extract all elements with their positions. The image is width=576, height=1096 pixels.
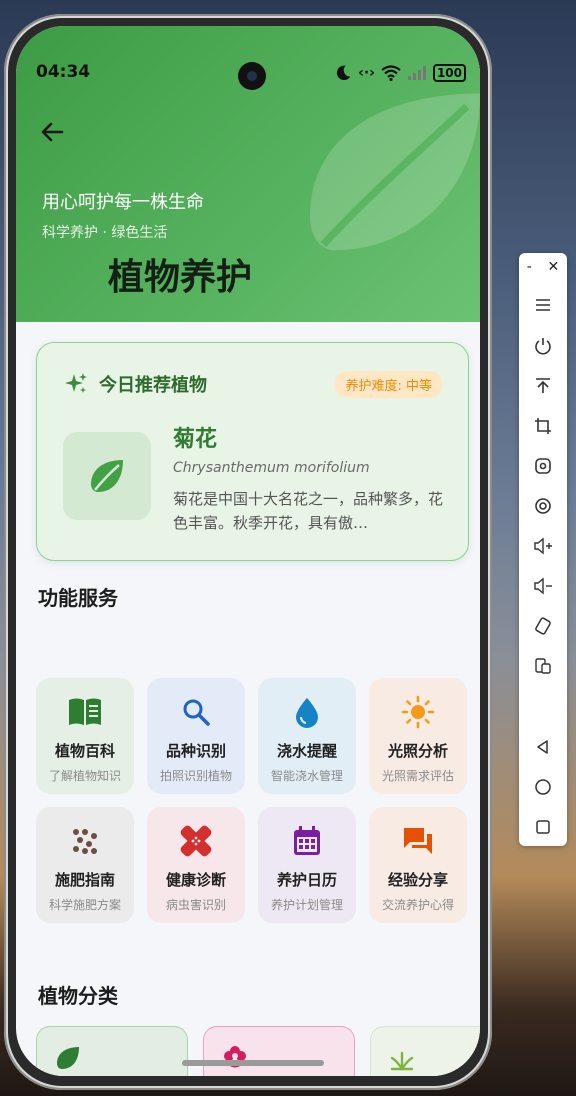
rotate-up-icon[interactable] <box>531 374 555 398</box>
header-banner: 04:34 ‹·› 100 用心呵护每一株生命 科学养护 · 绿色生活 植物养护 <box>16 26 480 322</box>
service-tile-diagnosis[interactable]: 健康诊断 病虫害识别 <box>147 807 245 923</box>
page-title: 植物养护 <box>108 257 253 298</box>
status-time: 04:34 <box>36 62 91 82</box>
service-name: 浇水提醒 <box>276 742 337 760</box>
recommend-title: 今日推荐植物 <box>99 375 207 396</box>
battery-indicator: 100 <box>432 64 466 82</box>
service-name: 植物百科 <box>54 742 115 760</box>
volume-up-icon[interactable] <box>531 534 555 558</box>
crop-icon[interactable] <box>531 414 555 438</box>
service-desc: 养护计划管理 <box>270 898 343 912</box>
status-bar: 04:34 ‹·› 100 <box>16 26 480 90</box>
nav-home-icon[interactable] <box>531 775 555 799</box>
search-icon <box>178 694 214 730</box>
rotate-device-icon[interactable] <box>531 614 555 638</box>
record-icon[interactable] <box>531 494 555 518</box>
service-desc: 光照需求评估 <box>381 769 454 783</box>
service-desc: 交流养护心得 <box>381 898 454 912</box>
category-card-grass[interactable] <box>370 1026 480 1076</box>
service-desc: 智能浇水管理 <box>270 769 343 783</box>
forum-icon <box>400 823 436 859</box>
sparkle-icon <box>65 373 87 393</box>
service-desc: 科学施肥方案 <box>48 898 121 912</box>
service-tile-light[interactable]: 光照分析 光照需求评估 <box>369 678 467 794</box>
category-row <box>36 1026 480 1076</box>
status-icons: ‹·› 100 <box>334 63 466 83</box>
service-name: 经验分享 <box>387 871 448 889</box>
service-tile-watering[interactable]: 浇水提醒 智能浇水管理 <box>258 678 356 794</box>
leaf-icon <box>91 460 123 492</box>
leaf-icon <box>57 1047 79 1069</box>
app-screen: 04:34 ‹·› 100 用心呵护每一株生命 科学养护 · 绿色生活 植物养护 <box>16 26 480 1076</box>
service-name: 品种识别 <box>165 742 226 760</box>
categories-section-title: 植物分类 <box>38 984 118 1008</box>
service-name: 健康诊断 <box>165 871 226 889</box>
book-icon <box>67 694 103 730</box>
service-tile-share[interactable]: 经验分享 交流养护心得 <box>369 807 467 923</box>
fold-icon[interactable] <box>531 654 555 678</box>
service-desc: 病虫害识别 <box>165 898 226 912</box>
grass-icon <box>390 1051 414 1071</box>
leaf-decoration-icon <box>310 93 480 251</box>
back-arrow-icon[interactable] <box>36 116 68 148</box>
volume-down-icon[interactable] <box>531 574 555 598</box>
service-tile-identify[interactable]: 品种识别 拍照识别植物 <box>147 678 245 794</box>
service-tile-encyclopedia[interactable]: 植物百科 了解植物知识 <box>36 678 134 794</box>
flower-icon <box>224 1046 246 1068</box>
recommend-header: 今日推荐植物 <box>63 371 207 397</box>
recommend-card[interactable]: 今日推荐植物 养护难度: 中等 菊花 Chrysanthemum morifol… <box>36 342 469 561</box>
plant-latin-name: Chrysanthemum morifolium <box>173 460 370 476</box>
screenshot-icon[interactable] <box>531 454 555 478</box>
difficulty-badge: 养护难度: 中等 <box>335 371 442 398</box>
menu-icon[interactable] <box>531 293 555 317</box>
service-desc: 拍照识别植物 <box>159 769 232 783</box>
nav-recents-icon[interactable] <box>531 815 555 839</box>
wifi-icon <box>381 65 401 81</box>
power-icon[interactable] <box>531 334 555 358</box>
signal-icon <box>407 66 426 80</box>
water-drop-icon <box>289 694 325 730</box>
moon-icon <box>336 65 351 81</box>
plant-description: 菊花是中国十大名花之一，品种繁多，花色丰富。秋季开花，具有傲… <box>173 490 444 532</box>
front-camera <box>238 62 266 90</box>
service-tile-fertilizer[interactable]: 施肥指南 科学施肥方案 <box>36 807 134 923</box>
phone-frame: 04:34 ‹·› 100 用心呵护每一株生命 科学养护 · 绿色生活 植物养护 <box>4 14 492 1090</box>
category-card-leafy[interactable] <box>36 1026 188 1076</box>
service-desc: 了解植物知识 <box>48 769 121 783</box>
home-indicator[interactable] <box>182 1060 324 1066</box>
window-controls: - ✕ <box>519 259 567 279</box>
header-slogan: 用心呵护每一株生命 <box>42 192 204 213</box>
minimize-icon[interactable]: - <box>527 259 532 279</box>
calendar-icon <box>289 823 325 859</box>
service-name: 养护日历 <box>276 871 337 889</box>
service-name: 施肥指南 <box>54 871 115 889</box>
plant-image <box>63 432 151 520</box>
service-tile-calendar[interactable]: 养护日历 养护计划管理 <box>258 807 356 923</box>
healing-icon <box>178 823 214 859</box>
fertilizer-icon <box>67 823 103 859</box>
sun-icon <box>400 694 436 730</box>
service-name: 光照分析 <box>387 742 448 760</box>
data-transfer-icon: ‹·› <box>358 65 375 81</box>
close-icon[interactable]: ✕ <box>547 259 559 279</box>
plant-name: 菊花 <box>173 427 218 452</box>
emulator-sidebar: - ✕ <box>519 253 567 846</box>
services-grid: 植物百科 了解植物知识 品种识别 拍照识别植物 浇水提醒 智能浇水管理 光照分析… <box>36 678 470 923</box>
nav-back-icon[interactable] <box>531 735 555 759</box>
services-section-title: 功能服务 <box>38 586 118 610</box>
header-sub-slogan: 科学养护 · 绿色生活 <box>42 225 168 241</box>
category-card-flowering[interactable] <box>203 1026 355 1076</box>
